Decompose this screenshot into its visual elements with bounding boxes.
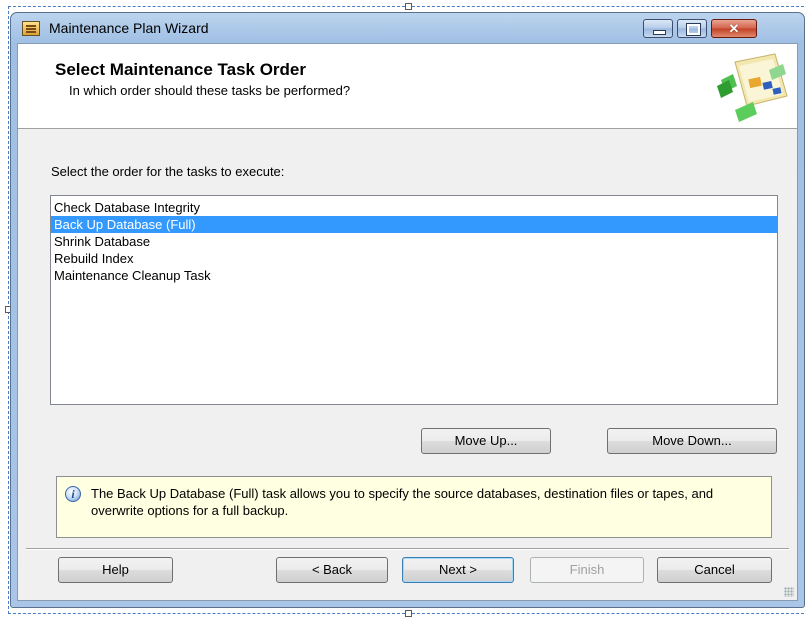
resize-grip-icon[interactable] xyxy=(784,587,794,597)
wizard-header: Select Maintenance Task Order In which o… xyxy=(18,44,797,129)
list-item[interactable]: Shrink Database xyxy=(51,233,777,250)
list-item[interactable]: Back Up Database (Full) xyxy=(51,216,777,233)
close-button[interactable] xyxy=(711,19,757,38)
task-description-text: The Back Up Database (Full) task allows … xyxy=(91,486,714,518)
wizard-client-area: Select Maintenance Task Order In which o… xyxy=(17,43,798,601)
minimize-button[interactable] xyxy=(643,19,673,38)
list-item[interactable]: Rebuild Index xyxy=(51,250,777,267)
wizard-graphic-icon xyxy=(717,53,788,122)
finish-button[interactable]: Finish xyxy=(530,557,644,583)
help-button[interactable]: Help xyxy=(58,557,173,583)
list-item[interactable]: Check Database Integrity xyxy=(51,199,777,216)
task-order-list[interactable]: Check Database Integrity Back Up Databas… xyxy=(50,195,778,405)
footer-divider xyxy=(26,548,789,550)
task-description-box: i The Back Up Database (Full) task allow… xyxy=(56,476,772,538)
move-down-button[interactable]: Move Down... xyxy=(607,428,777,454)
task-order-instruction: Select the order for the tasks to execut… xyxy=(51,164,285,179)
move-up-button[interactable]: Move Up... xyxy=(421,428,551,454)
list-item[interactable]: Maintenance Cleanup Task xyxy=(51,267,777,284)
window-title: Maintenance Plan Wizard xyxy=(49,20,209,36)
page-subtitle: In which order should these tasks be per… xyxy=(69,83,351,98)
page-title: Select Maintenance Task Order xyxy=(55,60,307,79)
maintenance-plan-app-icon[interactable] xyxy=(22,21,40,36)
next-button[interactable]: Next > xyxy=(402,557,514,583)
title-bar[interactable]: Maintenance Plan Wizard xyxy=(11,13,804,43)
back-button[interactable]: < Back xyxy=(276,557,388,583)
maximize-button[interactable] xyxy=(677,19,707,38)
wizard-window: Maintenance Plan Wizard Select Maintenan… xyxy=(10,12,805,608)
cancel-button[interactable]: Cancel xyxy=(657,557,772,583)
resize-handle-top[interactable] xyxy=(405,3,412,10)
info-icon: i xyxy=(65,486,81,502)
resize-handle-bottom[interactable] xyxy=(405,610,412,617)
